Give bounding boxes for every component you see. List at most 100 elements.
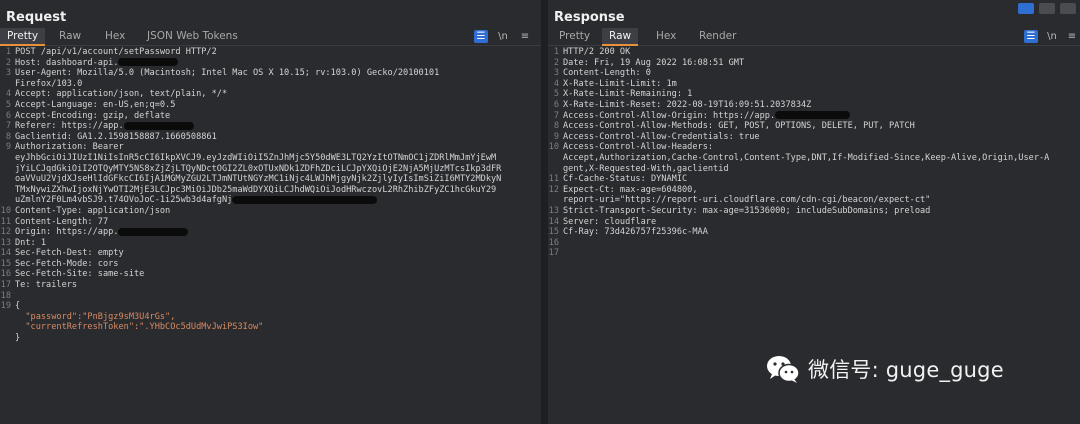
response-line[interactable]: 14 Server: cloudflare <box>548 217 1080 228</box>
line-text: Te: trailers <box>15 280 539 291</box>
request-line[interactable]: 8 Gaclientid: GA1.2.1598158887.1660508861 <box>0 132 541 143</box>
response-line[interactable]: gent,X-Requested-With,gaclientid <box>548 164 1080 175</box>
response-line[interactable]: 11 Cf-Cache-Status: DYNAMIC <box>548 174 1080 185</box>
response-line[interactable]: 3 Content-Length: 0 <box>548 68 1080 79</box>
request-line[interactable]: } <box>0 333 541 344</box>
response-tab-render[interactable]: Render <box>692 28 743 46</box>
line-content: eyJhbGciOiJIUzI1NiIsInR5cCI6IkpXVCJ9.eyJ… <box>15 152 497 163</box>
request-line[interactable]: 2 Host: dashboard-api. <box>0 58 541 69</box>
request-line[interactable]: 6 Accept-Encoding: gzip, deflate <box>0 111 541 122</box>
line-content: Gaclientid: GA1.2.1598158887.1660508861 <box>15 131 217 142</box>
response-tab-pretty[interactable]: Pretty <box>552 28 597 46</box>
request-line[interactable]: 5 Accept-Language: en-US,en;q=0.5 <box>0 100 541 111</box>
line-text: Content-Type: application/json <box>15 206 539 217</box>
line-content: Content-Length: 77 <box>15 216 109 227</box>
newline-icon[interactable]: \n <box>1045 30 1059 43</box>
request-line[interactable]: 16 Sec-Fetch-Site: same-site <box>0 269 541 280</box>
line-text: User-Agent: Mozilla/5.0 (Macintosh; Inte… <box>15 68 539 79</box>
request-line[interactable]: 11 Content-Length: 77 <box>0 217 541 228</box>
line-content: User-Agent: Mozilla/5.0 (Macintosh; Inte… <box>15 68 440 79</box>
response-line[interactable]: 5 X-Rate-Limit-Remaining: 1 <box>548 89 1080 100</box>
line-number: 1 <box>5 47 11 57</box>
request-line[interactable]: 1 POST /api/v1/account/setPassword HTTP/2 <box>0 47 541 58</box>
request-line[interactable]: 15 Sec-Fetch-Mode: cors <box>0 259 541 270</box>
line-content: gent,X-Requested-With,gaclientid <box>563 163 729 174</box>
response-line[interactable]: 2 Date: Fri, 19 Aug 2022 16:08:51 GMT <box>548 58 1080 69</box>
request-line[interactable]: "currentRefreshToken":".YHbCOc5dUdMvJwiP… <box>0 322 541 333</box>
line-number: 9 <box>553 131 559 142</box>
response-line[interactable]: report-uri="https://report-uri.cloudflar… <box>548 195 1080 206</box>
redaction-mark <box>118 227 189 236</box>
line-content: TMxNywiZXhwIjoxNjYwOTI2MjE3LCJpc3MiOiJDb… <box>15 184 497 195</box>
request-line[interactable]: 13 Dnt: 1 <box>0 238 541 249</box>
line-content: Sec-Fetch-Dest: empty <box>15 248 124 259</box>
response-line[interactable]: 15 Cf-Ray: 73d426757f25396c-MAA <box>548 227 1080 238</box>
wechat-icon <box>766 354 800 384</box>
request-tab-json-web-tokens[interactable]: JSON Web Tokens <box>140 28 245 46</box>
line-text: Expect-Ct: max-age=604800, <box>563 185 1078 196</box>
response-line[interactable]: 12 Expect-Ct: max-age=604800, <box>548 185 1080 196</box>
line-number: 17 <box>548 248 559 259</box>
line-content: X-Rate-Limit-Reset: 2022-08-19T16:09:51.… <box>563 99 812 110</box>
layout-split-icon[interactable] <box>1018 3 1034 14</box>
layout-horizontal-icon[interactable] <box>1039 3 1055 14</box>
request-tab-hex[interactable]: Hex <box>98 28 132 46</box>
response-line[interactable]: 17 <box>548 248 1080 259</box>
request-line[interactable]: oaVVuU2VjdXJseHlIdGFkcCI6IjA1MGMyZGU2LTJ… <box>0 174 541 185</box>
response-line[interactable]: 8 Access-Control-Allow-Methods: GET, POST… <box>548 121 1080 132</box>
wrap-icon[interactable]: ☰ <box>474 30 488 43</box>
newline-icon[interactable]: \n <box>496 30 510 43</box>
line-number: 19 <box>0 301 11 312</box>
response-line[interactable]: 1 HTTP/2 200 OK <box>548 47 1080 58</box>
layout-vertical-icon[interactable] <box>1060 3 1076 14</box>
request-line[interactable]: 19 { <box>0 301 541 312</box>
menu-icon[interactable]: ≡ <box>518 30 532 43</box>
line-text: Access-Control-Allow-Credentials: true <box>563 132 1078 143</box>
response-tab-hex[interactable]: Hex <box>649 28 683 46</box>
response-line[interactable]: 13 Strict-Transport-Security: max-age=315… <box>548 206 1080 217</box>
line-content: Authorization: Bearer <box>15 142 124 153</box>
response-line[interactable]: 16 <box>548 238 1080 249</box>
line-content: Accept: application/json, text/plain, */… <box>15 89 228 100</box>
request-line[interactable]: 17 Te: trailers <box>0 280 541 291</box>
request-tab-raw[interactable]: Raw <box>52 28 88 46</box>
request-line[interactable]: "password":"PnBjgz9sM3U4rGs", <box>0 312 541 323</box>
response-line[interactable]: 7 Access-Control-Allow-Origin: https://ap… <box>548 111 1080 122</box>
line-content: "password":"PnBjgz9sM3U4rGs", <box>15 311 176 322</box>
response-line[interactable]: 4 X-Rate-Limit-Limit: 1m <box>548 79 1080 90</box>
line-text: Access-Control-Allow-Origin: https://app… <box>563 111 1078 122</box>
response-line[interactable]: 10 Access-Control-Allow-Headers: <box>548 142 1080 153</box>
menu-icon[interactable]: ≡ <box>1065 30 1079 43</box>
line-text: Content-Length: 77 <box>15 217 539 228</box>
request-line[interactable]: 18 <box>0 291 541 302</box>
pane-divider[interactable] <box>541 0 548 424</box>
request-line[interactable]: TMxNywiZXhwIjoxNjYwOTI2MjE3LCJpc3MiOiJDb… <box>0 185 541 196</box>
request-line[interactable]: Firefox/103.0 <box>0 79 541 90</box>
request-tab-pretty[interactable]: Pretty <box>0 28 46 46</box>
line-text: Sec-Fetch-Dest: empty <box>15 248 539 259</box>
request-line[interactable]: 14 Sec-Fetch-Dest: empty <box>0 248 541 259</box>
line-content: Access-Control-Allow-Origin: https://app… <box>563 110 776 121</box>
request-editor[interactable]: 1 POST /api/v1/account/setPassword HTTP/2… <box>0 47 541 424</box>
line-content: oaVVuU2VjdXJseHlIdGFkcCI6IjA1MGMyZGU2LTJ… <box>15 174 502 185</box>
response-line[interactable]: 6 X-Rate-Limit-Reset: 2022-08-19T16:09:51… <box>548 100 1080 111</box>
response-line[interactable]: Accept,Authorization,Cache-Control,Conte… <box>548 153 1080 164</box>
request-line[interactable]: 3 User-Agent: Mozilla/5.0 (Macintosh; Int… <box>0 68 541 79</box>
line-number: 17 <box>0 280 11 291</box>
line-text: Server: cloudflare <box>563 217 1078 228</box>
request-line[interactable]: 10 Content-Type: application/json <box>0 206 541 217</box>
line-text: Origin: https://app. <box>15 227 539 238</box>
response-tab-raw[interactable]: Raw <box>602 28 639 46</box>
request-line[interactable]: 9 Authorization: Bearer <box>0 142 541 153</box>
line-content: Content-Type: application/json <box>15 205 171 216</box>
request-line[interactable]: 4 Accept: application/json, text/plain, *… <box>0 89 541 100</box>
line-number: 12 <box>0 227 11 238</box>
wrap-icon[interactable]: ☰ <box>1024 30 1038 43</box>
request-line[interactable]: jYiLCJqdGkiOiI2OTQyMTY5NS8xZjZjLTQyNDctO… <box>0 164 541 175</box>
request-line[interactable]: uZmlnY2F0Lm4vbSJ9.t74OVoJoC-1i25wb3d4afg… <box>0 195 541 206</box>
line-number: 8 <box>553 121 559 132</box>
request-line[interactable]: 7 Referer: https://app. <box>0 121 541 132</box>
request-line[interactable]: eyJhbGciOiJIUzI1NiIsInR5cCI6IkpXVCJ9.eyJ… <box>0 153 541 164</box>
request-line[interactable]: 12 Origin: https://app. <box>0 227 541 238</box>
response-line[interactable]: 9 Access-Control-Allow-Credentials: true <box>548 132 1080 143</box>
